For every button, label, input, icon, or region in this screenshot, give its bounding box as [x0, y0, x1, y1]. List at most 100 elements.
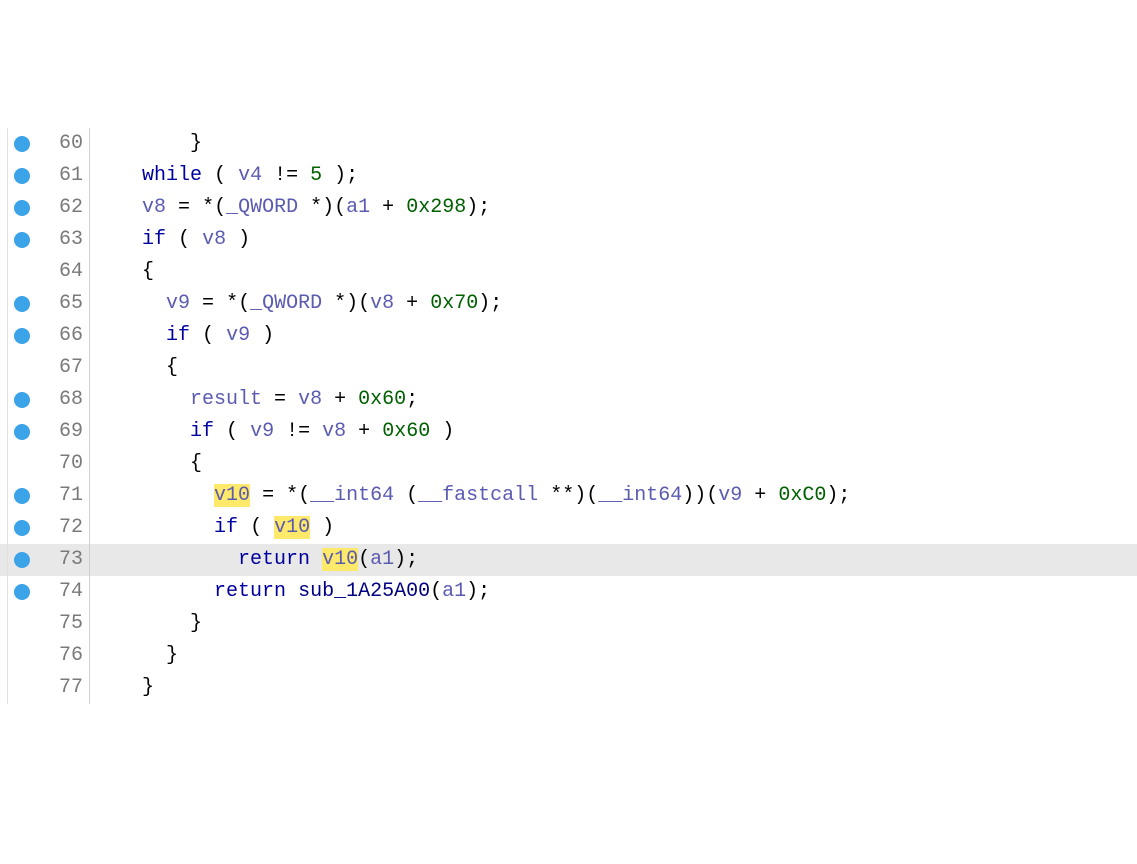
code-line[interactable]: 77 } [0, 672, 1137, 704]
breakpoint-icon[interactable] [14, 136, 30, 152]
breakpoint-icon[interactable] [14, 552, 30, 568]
code-content[interactable]: v10 = *(__int64 (__fastcall **)(__int64)… [90, 480, 850, 512]
token-plain [214, 324, 226, 347]
token-plain [310, 548, 322, 571]
code-content[interactable]: if ( v9 != v8 + 0x60 ) [90, 416, 454, 448]
gutter[interactable]: 60 [0, 128, 90, 160]
token-plain [262, 516, 274, 539]
gutter-bar [0, 128, 8, 160]
code-content[interactable]: v8 = *(_QWORD *)(a1 + 0x298); [90, 192, 490, 224]
code-line[interactable]: 62 v8 = *(_QWORD *)(a1 + 0x298); [0, 192, 1137, 224]
gutter[interactable]: 73 [0, 544, 90, 576]
code-content[interactable]: { [90, 352, 178, 384]
code-line[interactable]: 73 return v10(a1); [0, 544, 1137, 576]
token-plain [94, 644, 166, 667]
gutter[interactable]: 72 [0, 512, 90, 544]
token-plain [94, 676, 142, 699]
token-punc: ( [202, 324, 214, 347]
gutter[interactable]: 76 [0, 640, 90, 672]
token-var: v8 [202, 228, 226, 251]
gutter-bar [0, 320, 8, 352]
gutter[interactable]: 64 [0, 256, 90, 288]
code-line[interactable]: 68 result = v8 + 0x60; [0, 384, 1137, 416]
token-punc: *( [226, 292, 250, 315]
gutter[interactable]: 69 [0, 416, 90, 448]
code-content[interactable]: } [90, 640, 178, 672]
line-number: 67 [30, 352, 83, 384]
token-punc: { [142, 260, 154, 283]
token-plain [250, 324, 262, 347]
breakpoint-icon[interactable] [14, 200, 30, 216]
gutter[interactable]: 67 [0, 352, 90, 384]
breakpoint-icon[interactable] [14, 520, 30, 536]
token-hlvar: v10 [214, 484, 250, 507]
gutter[interactable]: 77 [0, 672, 90, 704]
code-line[interactable]: 61 while ( v4 != 5 ); [0, 160, 1137, 192]
gutter[interactable]: 71 [0, 480, 90, 512]
code-line[interactable]: 65 v9 = *(_QWORD *)(v8 + 0x70); [0, 288, 1137, 320]
token-punc: ) [322, 516, 334, 539]
token-kw: return [214, 580, 286, 603]
gutter[interactable]: 66 [0, 320, 90, 352]
gutter-bar [0, 192, 8, 224]
code-line[interactable]: 75 } [0, 608, 1137, 640]
gutter[interactable]: 63 [0, 224, 90, 256]
code-content[interactable]: return v10(a1); [90, 544, 418, 576]
code-content[interactable]: return sub_1A25A00(a1); [90, 576, 490, 608]
code-content[interactable]: result = v8 + 0x60; [90, 384, 418, 416]
code-line[interactable]: 76 } [0, 640, 1137, 672]
code-line[interactable]: 63 if ( v8 ) [0, 224, 1137, 256]
code-content[interactable]: if ( v8 ) [90, 224, 250, 256]
code-line[interactable]: 66 if ( v9 ) [0, 320, 1137, 352]
code-line[interactable]: 60 } [0, 128, 1137, 160]
token-punc: *)( [334, 292, 370, 315]
code-content[interactable]: while ( v4 != 5 ); [90, 160, 358, 192]
token-punc: ; [406, 388, 418, 411]
code-content[interactable]: if ( v9 ) [90, 320, 274, 352]
breakpoint-icon[interactable] [14, 232, 30, 248]
token-var: v9 [226, 324, 250, 347]
token-type: __int64 [310, 484, 394, 507]
code-content[interactable]: v9 = *(_QWORD *)(v8 + 0x70); [90, 288, 502, 320]
token-plain [94, 452, 190, 475]
code-content[interactable]: if ( v10 ) [90, 512, 334, 544]
code-line[interactable]: 71 v10 = *(__int64 (__fastcall **)(__int… [0, 480, 1137, 512]
breakpoint-icon[interactable] [14, 424, 30, 440]
gutter[interactable]: 75 [0, 608, 90, 640]
line-number: 75 [30, 608, 83, 640]
gutter[interactable]: 74 [0, 576, 90, 608]
code-content[interactable]: } [90, 672, 154, 704]
code-line[interactable]: 74 return sub_1A25A00(a1); [0, 576, 1137, 608]
code-content[interactable]: { [90, 448, 202, 480]
token-plain [166, 228, 178, 251]
token-plain [766, 484, 778, 507]
line-number: 72 [30, 512, 83, 544]
token-type: __int64 [598, 484, 682, 507]
breakpoint-icon[interactable] [14, 296, 30, 312]
token-var: v4 [238, 164, 262, 187]
gutter[interactable]: 70 [0, 448, 90, 480]
breakpoint-icon[interactable] [14, 168, 30, 184]
gutter[interactable]: 61 [0, 160, 90, 192]
code-line[interactable]: 64 { [0, 256, 1137, 288]
code-content[interactable]: } [90, 128, 202, 160]
line-number: 77 [30, 672, 83, 704]
breakpoint-icon[interactable] [14, 488, 30, 504]
code-line[interactable]: 69 if ( v9 != v8 + 0x60 ) [0, 416, 1137, 448]
code-line[interactable]: 67 { [0, 352, 1137, 384]
gutter[interactable]: 65 [0, 288, 90, 320]
code-line[interactable]: 72 if ( v10 ) [0, 512, 1137, 544]
breakpoint-icon[interactable] [14, 328, 30, 344]
code-content[interactable]: { [90, 256, 154, 288]
breakpoint-icon[interactable] [14, 392, 30, 408]
token-plain [94, 164, 142, 187]
token-punc: *( [202, 196, 226, 219]
code-line[interactable]: 70 { [0, 448, 1137, 480]
breakpoint-icon[interactable] [14, 584, 30, 600]
token-plain [286, 388, 298, 411]
line-number: 62 [30, 192, 83, 224]
gutter[interactable]: 62 [0, 192, 90, 224]
code-content[interactable]: } [90, 608, 202, 640]
gutter[interactable]: 68 [0, 384, 90, 416]
token-plain [262, 388, 274, 411]
